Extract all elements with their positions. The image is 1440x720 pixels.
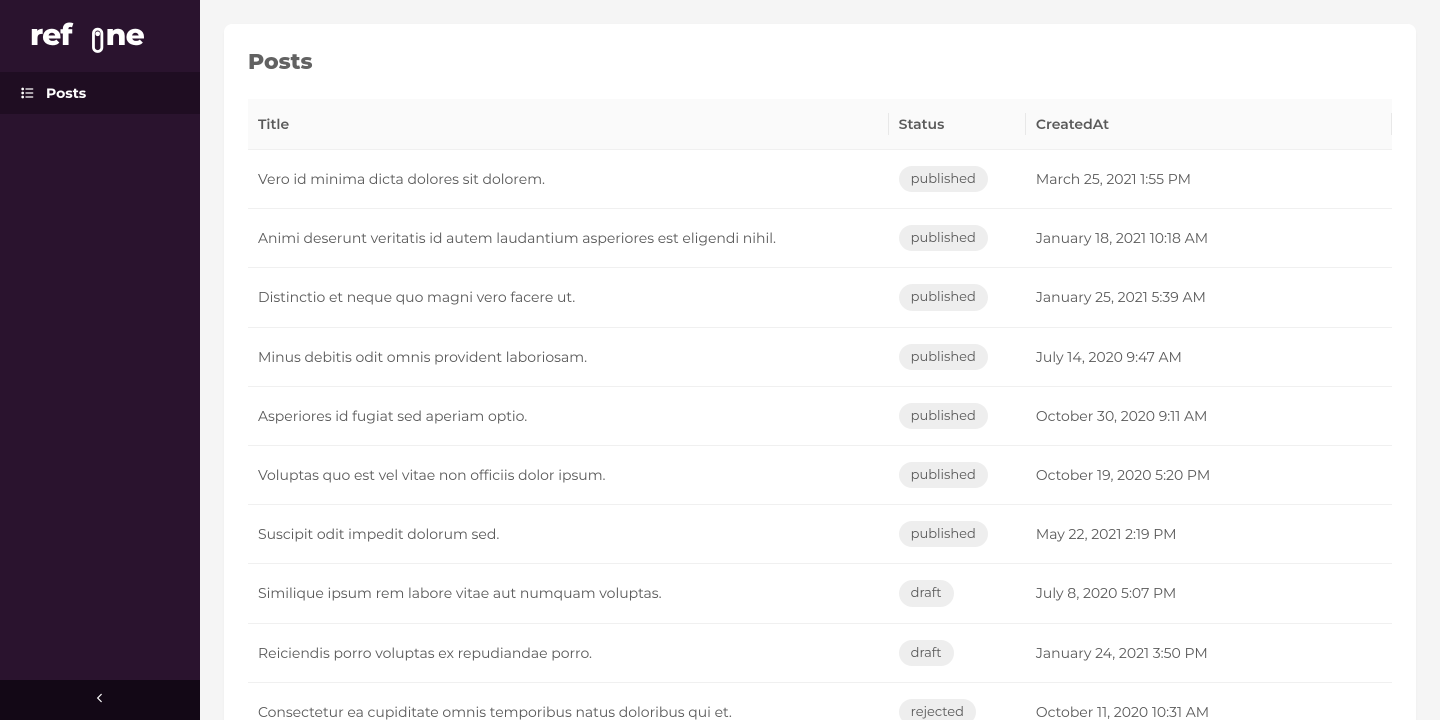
table-row[interactable]: Reiciendis porro voluptas ex repudiandae… [248,623,1392,682]
cell-status: published [889,505,1026,564]
status-badge: published [899,403,988,429]
cell-createdat: October 11, 2020 10:31 AM [1026,682,1392,720]
status-badge: published [899,462,988,488]
status-badge: published [899,166,988,192]
page-title: Posts [248,48,1392,75]
cell-status: published [889,386,1026,445]
cell-createdat: October 30, 2020 9:11 AM [1026,386,1392,445]
cell-title: Reiciendis porro voluptas ex repudiandae… [248,623,889,682]
column-header-title[interactable]: Title [248,99,889,150]
cell-title: Minus debitis odit omnis provident labor… [248,327,889,386]
svg-text:ne: ne [106,17,145,53]
column-header-status[interactable]: Status [889,99,1026,150]
cell-createdat: July 14, 2020 9:47 AM [1026,327,1392,386]
status-badge: published [899,225,988,251]
main-content: Posts Title Status CreatedAt Vero id min… [200,0,1440,720]
status-badge: rejected [899,699,976,720]
cell-status: published [889,327,1026,386]
sidebar-item-label: Posts [46,84,86,102]
table-row[interactable]: Consectetur ea cupiditate omnis temporib… [248,682,1392,720]
table-row[interactable]: Asperiores id fugiat sed aperiam optio. p… [248,386,1392,445]
cell-status: draft [889,564,1026,623]
sidebar: ref ne Posts [0,0,200,720]
cell-status: rejected [889,682,1026,720]
status-badge: draft [899,640,954,666]
cell-title: Similique ipsum rem labore vitae aut num… [248,564,889,623]
status-badge: published [899,344,988,370]
cell-status: published [889,150,1026,209]
cell-title: Voluptas quo est vel vitae non officiis … [248,445,889,504]
cell-createdat: March 25, 2021 1:55 PM [1026,150,1392,209]
cell-status: published [889,268,1026,327]
cell-status: published [889,445,1026,504]
cell-createdat: May 22, 2021 2:19 PM [1026,505,1392,564]
table-row[interactable]: Minus debitis odit omnis provident labor… [248,327,1392,386]
cell-createdat: January 25, 2021 5:39 AM [1026,268,1392,327]
posts-table: Title Status CreatedAt Vero id minima di… [248,99,1392,720]
status-badge: draft [899,580,954,606]
sidebar-item-posts[interactable]: Posts [0,72,200,114]
status-badge: published [899,521,988,547]
cell-createdat: October 19, 2020 5:20 PM [1026,445,1392,504]
chevron-left-icon [93,691,107,709]
cell-status: published [889,209,1026,268]
list-icon [20,85,36,101]
table-row[interactable]: Similique ipsum rem labore vitae aut num… [248,564,1392,623]
status-badge: published [899,284,988,310]
cell-title: Suscipit odit impedit dolorum sed. [248,505,889,564]
cell-createdat: July 8, 2020 5:07 PM [1026,564,1392,623]
svg-text:ref: ref [30,17,73,53]
table-row[interactable]: Suscipit odit impedit dolorum sed. publis… [248,505,1392,564]
cell-createdat: January 18, 2021 10:18 AM [1026,209,1392,268]
cell-title: Asperiores id fugiat sed aperiam optio. [248,386,889,445]
sidebar-nav: Posts [0,72,200,680]
cell-status: draft [889,623,1026,682]
cell-title: Distinctio et neque quo magni vero facer… [248,268,889,327]
table-row[interactable]: Voluptas quo est vel vitae non officiis … [248,445,1392,504]
column-header-createdat[interactable]: CreatedAt [1026,99,1392,150]
posts-card: Posts Title Status CreatedAt Vero id min… [224,24,1416,720]
cell-title: Animi deserunt veritatis id autem laudan… [248,209,889,268]
collapse-sidebar-button[interactable] [0,680,200,720]
cell-createdat: January 24, 2021 3:50 PM [1026,623,1392,682]
cell-title: Consectetur ea cupiditate omnis temporib… [248,682,889,720]
table-row[interactable]: Distinctio et neque quo magni vero facer… [248,268,1392,327]
table-row[interactable]: Vero id minima dicta dolores sit dolorem… [248,150,1392,209]
brand-logo: ref ne [0,0,200,72]
table-header-row: Title Status CreatedAt [248,99,1392,150]
table-row[interactable]: Animi deserunt veritatis id autem laudan… [248,209,1392,268]
cell-title: Vero id minima dicta dolores sit dolorem… [248,150,889,209]
